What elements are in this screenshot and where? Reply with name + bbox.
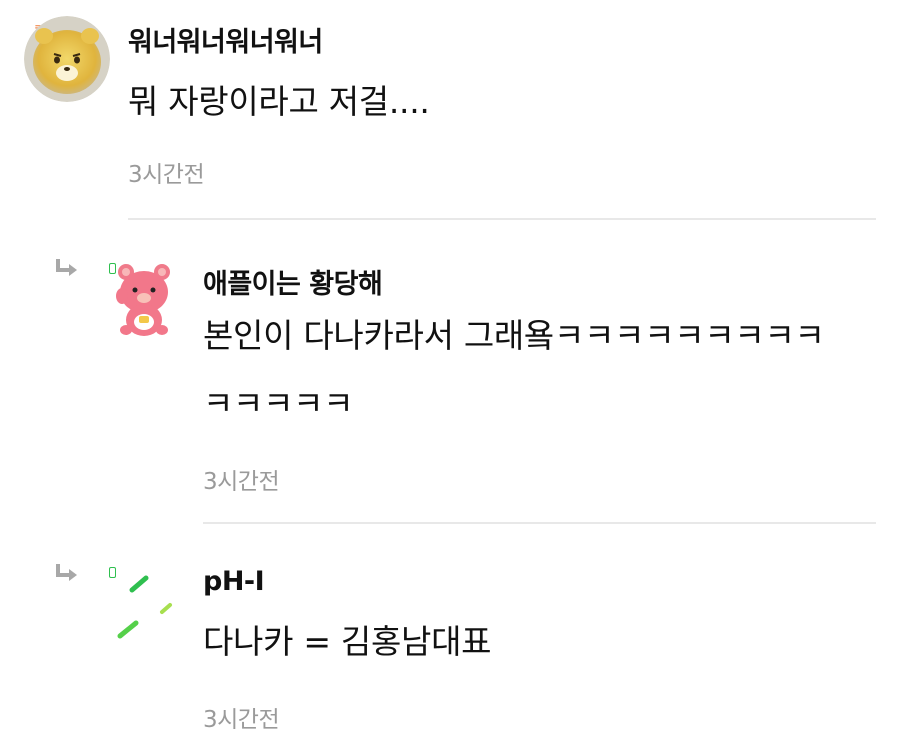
pink-bear-avatar-icon xyxy=(116,264,170,336)
comment-time: 3시간전 xyxy=(128,162,205,188)
comment-author[interactable]: pH-I xyxy=(203,566,265,597)
comment-time: 3시간전 xyxy=(203,707,280,733)
comment-divider xyxy=(203,522,876,524)
comment-text: 뭐 자랑이라고 저걸.... xyxy=(128,82,430,121)
reply-arrow-icon xyxy=(56,564,77,581)
avatar[interactable] xyxy=(24,16,110,102)
avatar[interactable] xyxy=(102,560,188,646)
comment-text: 다나카 = 김홍남대표 xyxy=(203,622,492,661)
comment-author[interactable]: 워너워너워너워너 xyxy=(128,20,323,59)
green-slash-marks-avatar-icon xyxy=(117,575,172,639)
comment-text-line-2: ㅋㅋㅋㅋㅋ xyxy=(203,384,354,423)
comment-time: 3시간전 xyxy=(203,469,280,495)
avatar[interactable] xyxy=(102,258,188,344)
comment-author[interactable]: 애플이는 황당해 xyxy=(203,262,383,301)
yellow-lion-avatar-icon xyxy=(24,16,110,102)
comment-divider xyxy=(128,218,876,220)
comment-text-line-1: 본인이 다나카라서 그래욬ㅋㅋㅋㅋㅋㅋㅋㅋㅋ xyxy=(203,316,825,355)
reply-arrow-icon xyxy=(56,259,77,276)
